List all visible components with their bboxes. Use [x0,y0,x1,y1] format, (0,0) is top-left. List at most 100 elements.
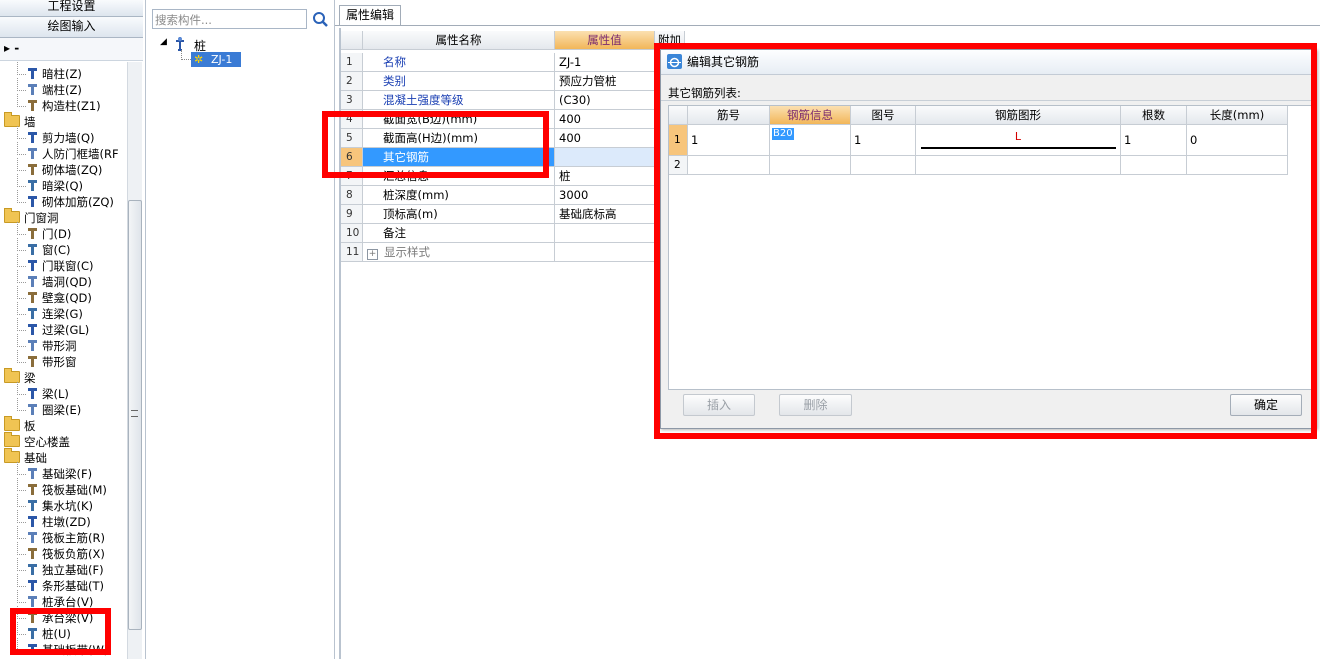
tree-folder-9[interactable]: 门窗洞 [4,208,59,226]
tree-item-15[interactable]: 连梁(G) [26,306,83,322]
door-icon [26,227,39,240]
tree-item-27[interactable]: 集水坑(K) [26,498,93,514]
lintel-icon [26,323,39,336]
tree-item-21[interactable]: 圈梁(E) [26,402,81,418]
masonry-rebar-icon [26,195,39,208]
tree-item-label: 壁龛(QD) [42,291,92,305]
search-icon[interactable] [310,9,330,29]
civil-defense-wall-icon [26,147,39,160]
tree-item-label: 门窗洞 [24,211,59,225]
tree-item-28[interactable]: 柱墩(ZD) [26,514,91,530]
strip-footing-icon [26,579,39,592]
row-number: 1 [341,53,363,72]
strip-window-icon [26,355,39,368]
raft-main-rebar-icon [26,531,39,544]
raft-neg-rebar-icon [26,547,39,560]
property-value[interactable]: 3000 [555,186,655,205]
property-value[interactable]: 预应力管桩 [555,72,655,91]
tree-item-5[interactable]: 人防门框墙(RF [26,146,119,162]
strip-hole-icon [26,339,39,352]
tree-item-32[interactable]: 条形基础(T) [26,578,104,594]
hidden-column-icon [26,67,39,80]
search-input[interactable]: 搜索构件... [152,9,307,29]
row-number: 2 [341,72,363,91]
collapse-tree-icon[interactable]: ▸ ‑ [4,41,19,55]
tree-item-label: 门联窗(C) [42,259,94,273]
property-value[interactable] [555,243,655,262]
tree-item-0[interactable]: 暗柱(Z) [26,66,82,82]
column-header-value[interactable]: 属性值 [555,31,655,50]
property-value[interactable] [555,224,655,243]
row-number: 8 [341,186,363,205]
expand-plus-icon[interactable]: + [367,249,378,260]
tree-item-16[interactable]: 过梁(GL) [26,322,89,338]
tree-item-11[interactable]: 窗(C) [26,242,71,258]
tree-item-8[interactable]: 砌体加筋(ZQ) [26,194,114,210]
tree-item-label: 剪力墙(Q) [42,131,95,145]
pile-folder-icon [173,36,187,55]
component-tree-panel [146,0,335,659]
property-name-label: 桩深度(mm) [383,188,449,202]
property-value[interactable]: 400 [555,129,655,148]
ring-beam-icon [26,403,39,416]
tree-item-label: 门(D) [42,227,72,241]
end-column-icon [26,83,39,96]
tree-item-label: 条形基础(T) [42,579,104,593]
tree-item-4[interactable]: 剪力墙(Q) [26,130,95,146]
scrollbar-thumb[interactable] [128,200,142,630]
tree-item-31[interactable]: 独立基础(F) [26,562,104,578]
tree-toolbar: ▸ ‑ [0,38,143,61]
tree-item-label: 连梁(G) [42,307,83,321]
tree-item-25[interactable]: 基础梁(F) [26,466,92,482]
tree-item-label: 墙洞(QD) [42,275,92,289]
tab-property-edit[interactable]: 属性编辑 [339,5,401,26]
tree-item-7[interactable]: 暗梁(Q) [26,178,83,194]
tree-item-label: 圈梁(E) [42,403,82,417]
row-number: 3 [341,91,363,110]
tree-folder-23[interactable]: 空心楼盖 [4,432,70,450]
tree-item-label: 构造柱(Z1) [42,99,101,113]
property-value[interactable]: ZJ-1 [555,53,655,72]
beam-icon [26,387,39,400]
property-value[interactable]: (C30) [555,91,655,110]
tree-item-18[interactable]: 带形窗 [26,354,77,370]
expand-arrow-icon[interactable]: ◢ [160,37,167,47]
tree-item-17[interactable]: 带形洞 [26,338,77,354]
tree-item-26[interactable]: 筏板基础(M) [26,482,107,498]
highlight-box-dialog [654,43,1317,439]
tree-item-label: 筏板负筋(X) [42,547,105,561]
foundation-beam-icon [26,467,39,480]
tree-item-label: 集水坑(K) [42,499,94,513]
tree-item-13[interactable]: 墙洞(QD) [26,274,92,290]
tree-item-label: 柱墩(ZD) [42,515,91,529]
tree-item-30[interactable]: 筏板负筋(X) [26,546,105,562]
folder-icon [4,432,20,447]
property-value[interactable] [555,148,655,167]
drawing-input-button[interactable]: 绘图输入 [0,17,143,38]
tree-item-label: 窗(C) [42,243,71,257]
highlight-box-other-rebar [322,111,549,178]
tree-item-12[interactable]: 门联窗(C) [26,258,94,274]
tree-item-29[interactable]: 筏板主筋(R) [26,530,105,546]
tree-item-1[interactable]: 端柱(Z) [26,82,82,98]
property-name-label: 备注 [383,226,406,240]
tree-item-label: 暗柱(Z) [42,67,82,81]
tree-item-6[interactable]: 砌体墙(ZQ) [26,162,102,178]
property-value[interactable]: 基础底标高 [555,205,655,224]
property-name: 混凝土强度等级 [363,91,555,110]
tree-item-14[interactable]: 壁龛(QD) [26,290,92,306]
property-value[interactable]: 桩 [555,167,655,186]
column-header-name: 属性名称 [363,31,555,50]
property-value[interactable]: 400 [555,110,655,129]
tree-item-label: 梁(L) [42,387,69,401]
tree-item-zj1[interactable]: ✲ ZJ-1 [191,52,241,67]
tree-item-label: 人防门框墙(RF [42,147,119,161]
tree-item-20[interactable]: 梁(L) [26,386,69,402]
tree-item-2[interactable]: 构造柱(Z1) [26,98,101,114]
tree-item-label: 端柱(Z) [42,83,82,97]
tree-item-label: 带形洞 [42,339,77,353]
component-icon: ✲ [194,53,204,66]
tree-item-10[interactable]: 门(D) [26,226,71,242]
hidden-beam-icon [26,179,39,192]
project-settings-button[interactable]: 工程设置 [0,0,143,17]
